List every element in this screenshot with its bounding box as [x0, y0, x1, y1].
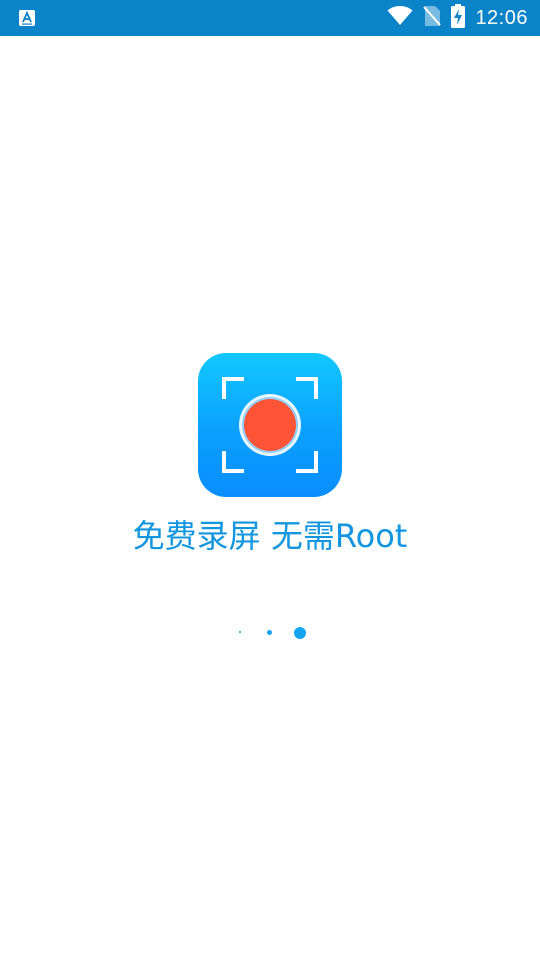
wifi-icon	[387, 6, 413, 30]
page-dot-3-active[interactable]	[294, 627, 306, 639]
tagline: 免费录屏 无需Root	[132, 517, 408, 555]
page-dot-1[interactable]	[239, 631, 241, 633]
battery-charging-icon	[451, 4, 466, 32]
page-dot-2[interactable]	[267, 630, 272, 635]
screen-record-icon	[222, 377, 318, 473]
status-time: 12:06	[475, 7, 528, 29]
status-bar: 12:06	[0, 0, 540, 36]
status-icons: 12:06	[387, 0, 528, 36]
no-sim-icon	[423, 5, 442, 31]
page-indicator	[0, 620, 540, 644]
screen-record-app-icon	[198, 353, 342, 497]
accessibility-a-icon	[18, 9, 36, 27]
